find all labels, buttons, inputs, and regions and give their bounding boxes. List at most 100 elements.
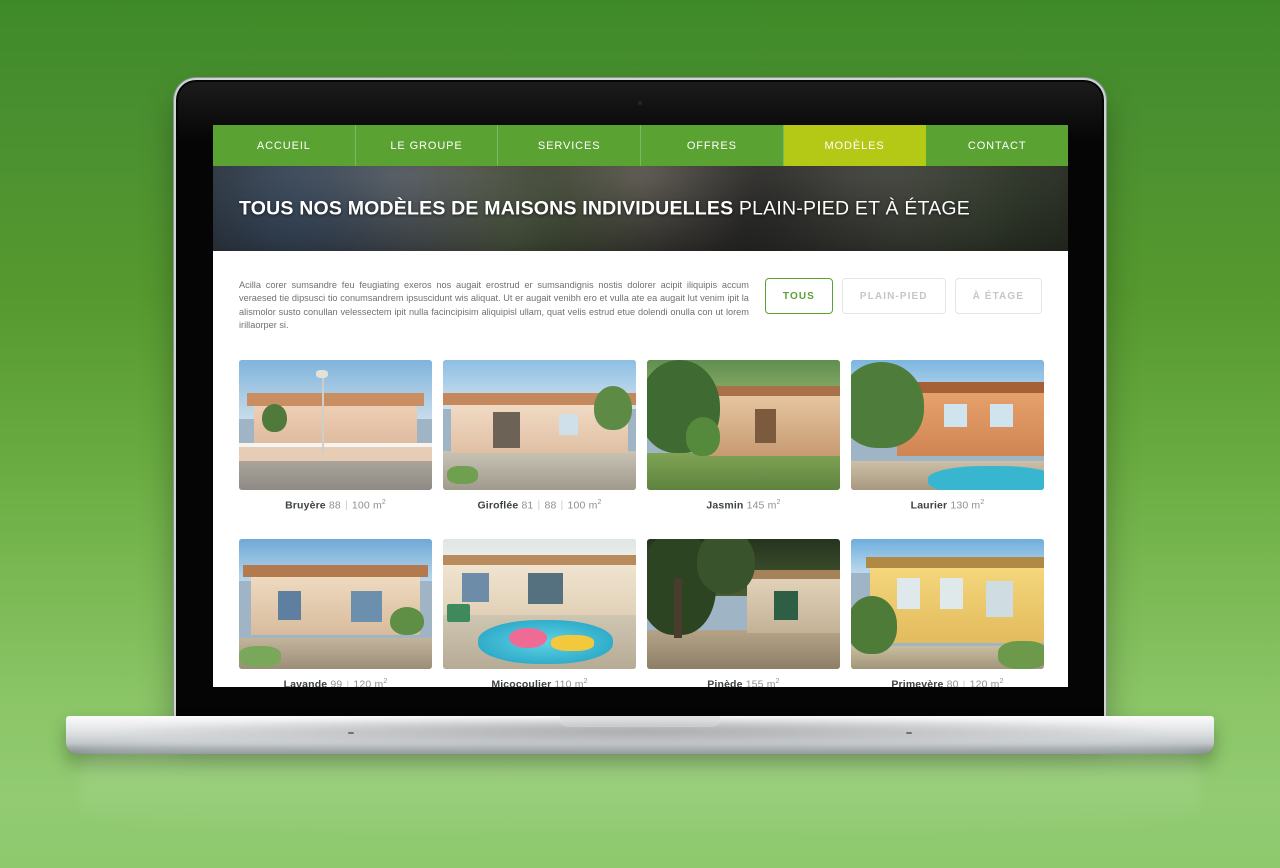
nav-label: ACCUEIL <box>256 139 311 152</box>
nav-item-accueil[interactable]: ACCUEIL <box>213 125 356 166</box>
model-caption: Giroflée 81 | 88 | 100 m2 <box>443 499 636 512</box>
laptop-foot-right <box>906 732 912 734</box>
value-separator: | <box>962 678 966 687</box>
model-card-micocoulier[interactable]: Micocoulier 110 m2 <box>443 539 636 687</box>
model-caption: Laurier 130 m2 <box>851 499 1044 512</box>
model-unit: m <box>574 678 584 687</box>
model-value: 81 <box>521 499 534 512</box>
model-caption: Bruyère 88 | 100 m2 <box>239 499 432 512</box>
unit-exponent: 2 <box>383 678 388 686</box>
unit-exponent: 2 <box>583 678 588 686</box>
page-content: Acilla corer sumsandre feu feugiating ex… <box>213 251 1068 687</box>
model-thumbnail[interactable] <box>443 539 636 670</box>
model-name: Giroflée <box>477 499 519 512</box>
model-grid-row-1: Bruyère 88 | 100 m2 Giroflée 81 | 88 | 1… <box>239 359 1044 512</box>
model-caption: Jasmin 145 m2 <box>647 499 840 512</box>
value-separator: | <box>346 678 350 687</box>
nav-label: CONTACT <box>967 139 1027 152</box>
unit-exponent: 2 <box>776 498 781 506</box>
model-unit: m <box>990 678 1000 687</box>
model-name: Primevère <box>891 678 944 687</box>
nav-item-modeles[interactable]: MODÈLES <box>783 125 927 166</box>
laptop-base <box>66 716 1214 754</box>
intro-row: Acilla corer sumsandre feu feugiating ex… <box>239 277 1042 333</box>
filter-label: À ÉTAGE <box>972 290 1024 302</box>
model-value: 88 <box>544 499 557 512</box>
model-card-lavande[interactable]: Lavande 99 | 120 m2 <box>239 539 432 687</box>
laptop-foot-left <box>348 732 354 734</box>
unit-exponent: 2 <box>775 678 780 686</box>
laptop-mockup: ACCUEIL LE GROUPE SERVICES OFFRES MODÈLE… <box>66 80 1214 754</box>
webcam-icon <box>638 101 642 105</box>
model-unit: m <box>767 499 777 512</box>
model-thumbnail[interactable] <box>443 359 636 490</box>
model-card-pinede[interactable]: Pinède 155 m2 <box>647 539 840 687</box>
main-navigation[interactable]: ACCUEIL LE GROUPE SERVICES OFFRES MODÈLE… <box>213 125 1068 166</box>
nav-label: SERVICES <box>537 139 601 152</box>
nav-label: MODÈLES <box>824 139 885 152</box>
model-thumbnail[interactable] <box>239 359 432 490</box>
model-value: 100 <box>567 499 586 512</box>
model-unit: m <box>766 678 776 687</box>
model-thumbnail[interactable] <box>851 539 1044 670</box>
nav-label: LE GROUPE <box>390 139 463 152</box>
filter-button-group[interactable]: TOUS PLAIN-PIED À ÉTAGE <box>764 277 1042 314</box>
filter-button-plain-pied[interactable]: PLAIN-PIED <box>841 278 946 314</box>
model-grid-row-2: Lavande 99 | 120 m2 Micocoulier 110 m2 P… <box>239 539 1044 687</box>
model-value: 130 <box>950 499 969 512</box>
unit-exponent: 2 <box>999 678 1004 686</box>
browser-viewport: ACCUEIL LE GROUPE SERVICES OFFRES MODÈLE… <box>213 125 1068 687</box>
nav-item-services[interactable]: SERVICES <box>498 125 642 166</box>
model-name: Bruyère <box>285 499 326 512</box>
nav-item-offres[interactable]: OFFRES <box>641 125 784 166</box>
model-card-giroflee[interactable]: Giroflée 81 | 88 | 100 m2 <box>443 359 636 512</box>
model-name: Jasmin <box>706 499 744 512</box>
filter-button-tous[interactable]: TOUS <box>764 278 833 314</box>
model-value: 155 <box>745 678 764 687</box>
page-title: TOUS NOS MODÈLES DE MAISONS INDIVIDUELLE… <box>239 197 970 220</box>
model-caption: Micocoulier 110 m2 <box>443 678 636 687</box>
model-thumbnail[interactable] <box>647 359 840 490</box>
filter-label: PLAIN-PIED <box>859 290 928 302</box>
model-name: Laurier <box>910 499 948 512</box>
hero-banner: TOUS NOS MODÈLES DE MAISONS INDIVIDUELLE… <box>213 166 1068 251</box>
model-value: 99 <box>330 678 343 687</box>
value-separator: | <box>560 499 564 512</box>
model-card-primevere[interactable]: Primevère 80 | 120 m2 <box>851 539 1044 687</box>
model-thumbnail[interactable] <box>851 359 1044 490</box>
model-card-laurier[interactable]: Laurier 130 m2 <box>851 359 1044 512</box>
model-value: 120 <box>969 678 988 687</box>
model-name: Micocoulier <box>491 678 552 687</box>
model-caption: Lavande 99 | 120 m2 <box>239 678 432 687</box>
filter-label: TOUS <box>782 290 815 302</box>
model-thumbnail[interactable] <box>239 539 432 670</box>
model-caption: Primevère 80 | 120 m2 <box>851 678 1044 687</box>
unit-exponent: 2 <box>980 498 985 506</box>
model-value: 145 <box>746 499 765 512</box>
model-card-bruyere[interactable]: Bruyère 88 | 100 m2 <box>239 359 432 512</box>
unit-exponent: 2 <box>597 498 602 506</box>
filter-button-a-etage[interactable]: À ÉTAGE <box>954 278 1042 314</box>
website: ACCUEIL LE GROUPE SERVICES OFFRES MODÈLE… <box>213 125 1068 687</box>
page-background: ACCUEIL LE GROUPE SERVICES OFFRES MODÈLE… <box>0 0 1280 868</box>
model-card-jasmin[interactable]: Jasmin 145 m2 <box>647 359 840 512</box>
unit-exponent: 2 <box>381 498 386 506</box>
nav-item-contact[interactable]: CONTACT <box>926 125 1068 166</box>
page-title-light: PLAIN-PIED ET À ÉTAGE <box>733 197 970 219</box>
value-separator: | <box>537 499 541 512</box>
nav-item-le-groupe[interactable]: LE GROUPE <box>355 125 499 166</box>
model-thumbnail[interactable] <box>647 539 840 670</box>
model-unit: m <box>372 499 382 512</box>
nav-label: OFFRES <box>686 139 737 152</box>
model-value: 110 <box>554 678 572 687</box>
model-value: 120 <box>353 678 372 687</box>
model-value: 88 <box>328 499 341 512</box>
model-caption: Pinède 155 m2 <box>647 678 840 687</box>
intro-paragraph: Acilla corer sumsandre feu feugiating ex… <box>239 280 749 331</box>
laptop-screen-lid: ACCUEIL LE GROUPE SERVICES OFFRES MODÈLE… <box>176 80 1104 722</box>
model-name: Lavande <box>283 678 328 687</box>
model-value: 100 <box>351 499 370 512</box>
model-value: 80 <box>946 678 959 687</box>
page-title-strong: TOUS NOS MODÈLES DE MAISONS INDIVIDUELLE… <box>239 197 734 219</box>
model-name: Pinède <box>707 678 743 687</box>
